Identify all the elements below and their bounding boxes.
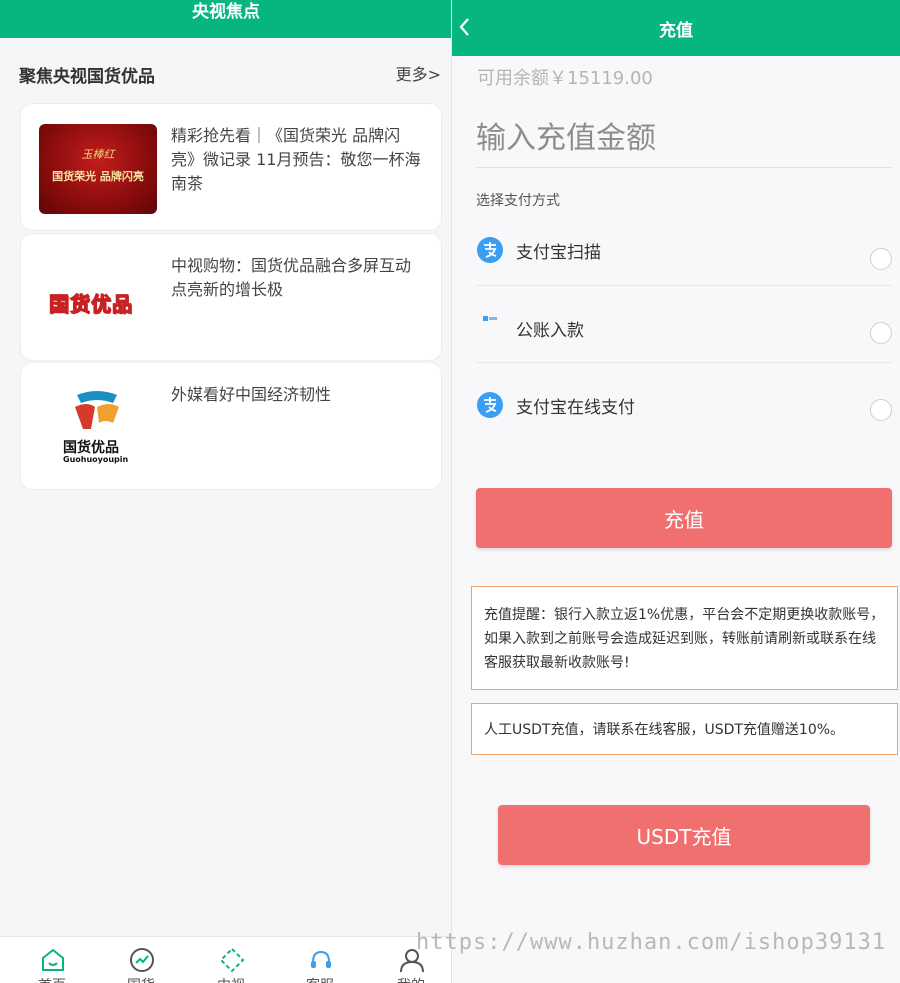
- nav-guohuo[interactable]: 国货: [111, 937, 171, 983]
- thumb-brand-text: 玉棒红: [81, 148, 115, 161]
- alipay-icon: [477, 237, 503, 263]
- guohuo-logo-text: 国货优品: [49, 292, 133, 317]
- news-title: 中视购物：国货优品融合多屏互动 点亮新的增长极: [171, 256, 412, 299]
- bottom-nav: 首页 国货 中视 客服: [0, 936, 451, 983]
- thumb-slogan-text: 国货荣光 品牌闪亮: [52, 170, 144, 183]
- payment-method-label-text: 公账入款: [516, 321, 584, 341]
- news-card[interactable]: 玉棒红 国货荣光 品牌闪亮 精彩抢先看｜《国货荣光 品牌闪亮》微记录 11月预告…: [20, 103, 442, 231]
- payment-method-alipay-scan[interactable]: 支付宝扫描: [476, 224, 892, 286]
- bank-logo-icon: [483, 316, 497, 321]
- usdt-notice: 人工USDT充值，请联系在线客服，USDT充值赠送10%。: [471, 703, 898, 755]
- diamond-icon: [219, 947, 245, 973]
- news-header-title: 央视焦点: [192, 2, 260, 22]
- guohuo-logo-mark-icon: [75, 391, 119, 429]
- nav-zhongshi-label: 中视: [201, 975, 261, 983]
- recharge-notice: 充值提醒：银行入款立返1%优惠，平台会不定期更换收款账号，如果入款到之前账号会造…: [471, 586, 898, 690]
- section-title: 聚焦央视国货优品: [19, 67, 155, 87]
- nav-home[interactable]: 首页: [22, 937, 82, 983]
- guohuo-logo-subtext: Guohuoyoupin: [63, 455, 129, 464]
- alipay-icon: [477, 392, 503, 418]
- recharge-panel: 充值 可用余额￥15119.00 选择支付方式 支付宝扫描 公账入款 支付宝在线…: [452, 0, 900, 983]
- news-thumbnail: 国货优品 Guohuoyoupin: [39, 381, 157, 471]
- news-thumbnail: 国货优品: [39, 252, 157, 342]
- nav-service-label: 客服: [290, 975, 350, 983]
- payment-method-radio[interactable]: [870, 399, 892, 421]
- news-title: 外媒看好中国经济韧性: [171, 385, 332, 404]
- news-thumbnail: 玉棒红 国货荣光 品牌闪亮: [39, 124, 157, 214]
- payment-method-radio[interactable]: [870, 248, 892, 270]
- news-title: 精彩抢先看｜《国货荣光 品牌闪亮》微记录 11月预告：敬您一杯海南茶: [171, 126, 421, 193]
- payment-method-label: 选择支付方式: [476, 193, 560, 209]
- nav-zhongshi[interactable]: 中视: [201, 937, 261, 983]
- payment-method-label-text: 支付宝扫描: [516, 243, 601, 263]
- watermark-text: https://www.huzhan.com/ishop39131: [416, 930, 887, 955]
- amount-input[interactable]: [476, 110, 892, 168]
- more-link[interactable]: 更多>: [396, 61, 441, 85]
- nav-home-label: 首页: [22, 975, 82, 983]
- news-panel: 央视焦点 聚焦央视国货优品 更多> 玉棒红 国货荣光 品牌闪亮 精彩抢先看｜《国…: [0, 0, 452, 983]
- guohuo-logo-text: 国货优品: [63, 440, 119, 456]
- recharge-title: 充值: [659, 21, 693, 41]
- news-card[interactable]: 国货优品 Guohuoyoupin 外媒看好中国经济韧性: [20, 362, 442, 490]
- home-icon: [42, 949, 64, 971]
- payment-method-alipay-online[interactable]: 支付宝在线支付: [476, 363, 892, 440]
- available-balance: 可用余额￥15119.00: [477, 68, 653, 89]
- nav-mine-label: 我的: [381, 975, 441, 983]
- headset-icon: [311, 950, 331, 968]
- news-card[interactable]: 国货优品 中视购物：国货优品融合多屏互动 点亮新的增长极: [20, 233, 442, 361]
- payment-method-radio[interactable]: [870, 322, 892, 344]
- news-header: 央视焦点: [0, 0, 451, 38]
- trend-icon: [130, 948, 154, 972]
- payment-method-bank-transfer[interactable]: 公账入款: [476, 286, 892, 363]
- payment-method-label-text: 支付宝在线支付: [516, 398, 635, 418]
- nav-guohuo-label: 国货: [111, 975, 171, 983]
- nav-service[interactable]: 客服: [290, 937, 350, 983]
- usdt-recharge-button[interactable]: USDT充值: [498, 805, 870, 865]
- recharge-button[interactable]: 充值: [476, 488, 892, 548]
- recharge-header: 充值: [452, 0, 900, 56]
